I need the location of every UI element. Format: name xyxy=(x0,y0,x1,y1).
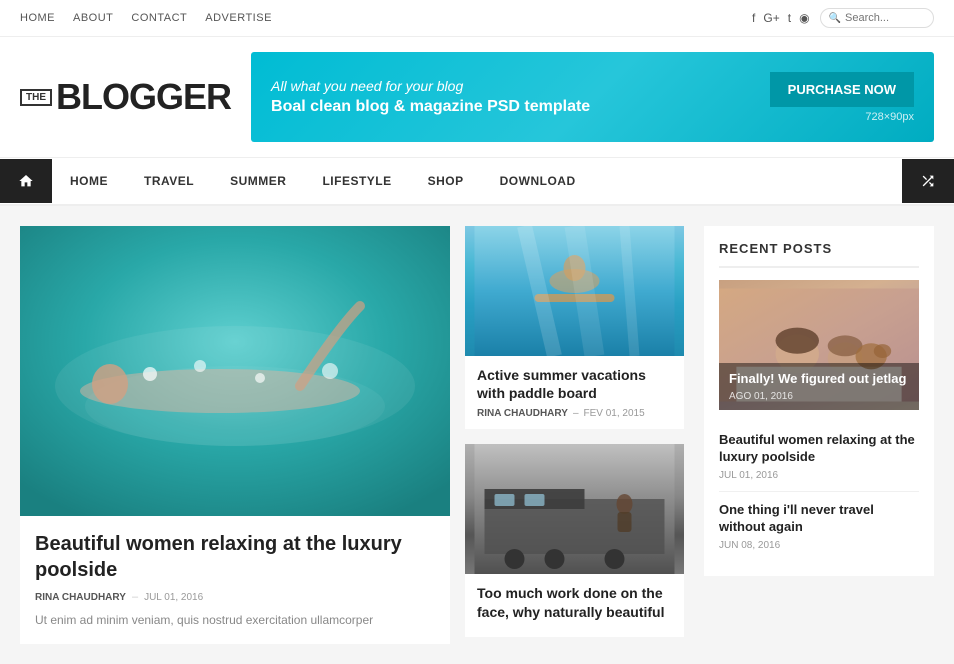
banner-size: 728×90px xyxy=(770,111,914,123)
secondary-post-1-body: Active summer vacations with paddle boar… xyxy=(465,356,684,429)
nav-home[interactable]: HOME xyxy=(52,158,126,204)
search-input[interactable] xyxy=(845,12,925,24)
featured-post-body: Beautiful women relaxing at the luxury p… xyxy=(20,516,450,644)
shuffle-button[interactable] xyxy=(902,159,954,203)
instagram-icon[interactable]: ◉ xyxy=(799,11,809,25)
nav-download[interactable]: DOWNLOAD xyxy=(482,158,594,204)
banner-tagline: All what you need for your blog xyxy=(271,78,590,94)
sidebar: RECENT POSTS xyxy=(704,226,934,644)
underwater-image-svg xyxy=(465,226,684,356)
sidebar-featured-date: AGO 01, 2016 xyxy=(729,391,909,402)
featured-post: Beautiful women relaxing at the luxury p… xyxy=(20,226,450,644)
logo-the: THE xyxy=(20,89,52,106)
secondary-post-2: Too much work done on the face, why natu… xyxy=(465,444,684,636)
secondary-post-2-image[interactable] xyxy=(465,444,684,574)
main-navigation: HOME TRAVEL SUMMER LIFESTYLE SHOP DOWNLO… xyxy=(0,158,954,206)
recent-posts-title: RECENT POSTS xyxy=(719,241,919,268)
recent-post-2-title: One thing i'll never travel without agai… xyxy=(719,502,919,536)
nav-lifestyle[interactable]: LIFESTYLE xyxy=(304,158,409,204)
recent-post-2-date: JUN 08, 2016 xyxy=(719,540,919,551)
secondary-post-1-image[interactable] xyxy=(465,226,684,356)
search-box[interactable]: 🔍 xyxy=(820,8,934,28)
main-nav-left: HOME TRAVEL SUMMER LIFESTYLE SHOP DOWNLO… xyxy=(0,158,594,204)
nav-items: HOME TRAVEL SUMMER LIFESTYLE SHOP DOWNLO… xyxy=(52,158,594,204)
sidebar-featured-overlay: Finally! We figured out jetlag AGO 01, 2… xyxy=(719,363,919,410)
twitter-icon[interactable]: t xyxy=(788,11,791,25)
main-content-area: Beautiful women relaxing at the luxury p… xyxy=(0,206,954,664)
logo-banner-row: THE BLOGGER All what you need for your b… xyxy=(0,37,954,158)
secondary-post-1-meta: RINA CHAUDHARY – FEV 01, 2015 xyxy=(477,408,672,419)
banner-subtitle: Boal clean blog & magazine PSD template xyxy=(271,98,590,116)
social-icons: f G+ t ◉ xyxy=(752,11,810,25)
featured-post-date: JUL 01, 2016 xyxy=(144,592,203,603)
sidebar-featured-title: Finally! We figured out jetlag xyxy=(729,371,909,388)
logo-blogger: BLOGGER xyxy=(56,76,231,118)
featured-post-title[interactable]: Beautiful women relaxing at the luxury p… xyxy=(35,531,435,583)
search-icon: 🔍 xyxy=(829,13,841,24)
purchase-now-button[interactable]: PURCHASE NOW xyxy=(770,72,914,107)
nav-summer[interactable]: SUMMER xyxy=(212,158,304,204)
recent-post-item-2[interactable]: One thing i'll never travel without agai… xyxy=(719,492,919,561)
shuffle-icon xyxy=(920,173,936,189)
site-logo[interactable]: THE BLOGGER xyxy=(20,76,231,118)
truck-image-svg xyxy=(465,444,684,574)
home-button[interactable] xyxy=(0,159,52,203)
secondary-posts: Active summer vacations with paddle boar… xyxy=(465,226,684,644)
topnav-home[interactable]: HOME xyxy=(20,12,55,24)
secondary-post-1-author: RINA CHAUDHARY xyxy=(477,408,568,419)
top-bar: HOME ABOUT CONTACT ADVERTISE f G+ t ◉ 🔍 xyxy=(0,0,954,37)
nav-travel[interactable]: TRAVEL xyxy=(126,158,212,204)
banner-right: PURCHASE NOW 728×90px xyxy=(770,72,914,123)
secondary-post-2-body: Too much work done on the face, why natu… xyxy=(465,574,684,636)
topnav-about[interactable]: ABOUT xyxy=(73,12,113,24)
recent-post-1-date: JUL 01, 2016 xyxy=(719,470,919,481)
home-icon xyxy=(18,173,34,189)
google-plus-icon[interactable]: G+ xyxy=(763,11,779,25)
recent-post-item-1[interactable]: Beautiful women relaxing at the luxury p… xyxy=(719,422,919,492)
featured-post-author: RINA CHAUDHARY xyxy=(35,592,126,603)
topnav-contact[interactable]: CONTACT xyxy=(131,12,187,24)
topnav-advertise[interactable]: ADVERTISE xyxy=(205,12,272,24)
facebook-icon[interactable]: f xyxy=(752,11,755,25)
recent-posts-section: RECENT POSTS xyxy=(704,226,934,576)
featured-post-meta: RINA CHAUDHARY – JUL 01, 2016 xyxy=(35,591,435,603)
nav-shop[interactable]: SHOP xyxy=(410,158,482,204)
main-content: Beautiful women relaxing at the luxury p… xyxy=(20,226,684,644)
banner-advertisement[interactable]: All what you need for your blog Boal cle… xyxy=(251,52,934,142)
sidebar-featured-post[interactable]: Finally! We figured out jetlag AGO 01, 2… xyxy=(719,280,919,410)
secondary-post-1-date: FEV 01, 2015 xyxy=(584,408,645,419)
secondary-post-2-title[interactable]: Too much work done on the face, why natu… xyxy=(477,584,672,620)
banner-text: All what you need for your blog Boal cle… xyxy=(271,78,590,116)
recent-post-1-title: Beautiful women relaxing at the luxury p… xyxy=(719,432,919,466)
featured-post-excerpt: Ut enim ad minim veniam, quis nostrud ex… xyxy=(35,611,435,629)
secondary-post-1: Active summer vacations with paddle boar… xyxy=(465,226,684,429)
top-right-area: f G+ t ◉ 🔍 xyxy=(752,8,934,28)
top-navigation: HOME ABOUT CONTACT ADVERTISE xyxy=(20,12,272,24)
secondary-post-1-title[interactable]: Active summer vacations with paddle boar… xyxy=(477,366,672,402)
featured-image-svg xyxy=(20,226,450,516)
featured-post-image[interactable] xyxy=(20,226,450,516)
